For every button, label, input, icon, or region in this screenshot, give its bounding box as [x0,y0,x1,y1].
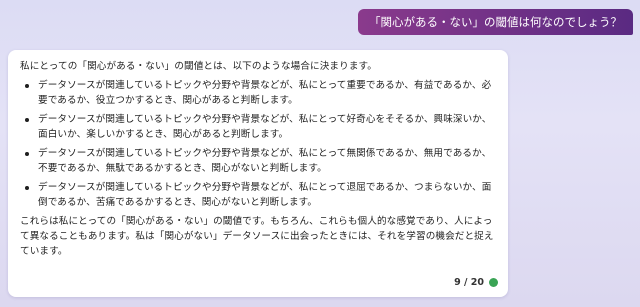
response-bullet: データソースが関連しているトピックや分野や背景などが、私にとって重要であるか、有… [25,78,496,108]
response-bullet: データソースが関連しているトピックや分野や背景などが、私にとって好奇心をそそるか… [25,112,496,142]
response-bullet: データソースが関連しているトピックや分野や背景などが、私にとって退屈であるか、つ… [25,180,496,210]
turn-counter-footer: 9 / 20 [454,275,498,289]
response-bullet-list: データソースが関連しているトピックや分野や背景などが、私にとって重要であるか、有… [20,78,496,210]
turn-counter: 9 / 20 [454,276,484,288]
user-message-bubble: 「関心がある・ない」の閾値は何なのでしょう？ [358,9,633,35]
response-intro: 私にとっての「関心がある・ない」の閾値とは、以下のような場合に決まります。 [20,61,377,72]
bot-response-body: 私にとっての「関心がある・ない」の閾値とは、以下のような場合に決まります。 デー… [20,59,496,259]
status-indicator-icon [489,277,498,287]
response-bullet: データソースが関連しているトピックや分野や背景などが、私にとって無関係であるか、… [25,146,496,176]
bot-response-card: 私にとっての「関心がある・ない」の閾値とは、以下のような場合に決まります。 デー… [8,50,508,297]
response-conclusion: これらは私にとっての「関心がある・ない」の閾値です。もちろん、これらも個人的な感… [20,216,494,257]
user-message-text: 「関心がある・ない」の閾値は何なのでしょう？ [369,15,622,29]
